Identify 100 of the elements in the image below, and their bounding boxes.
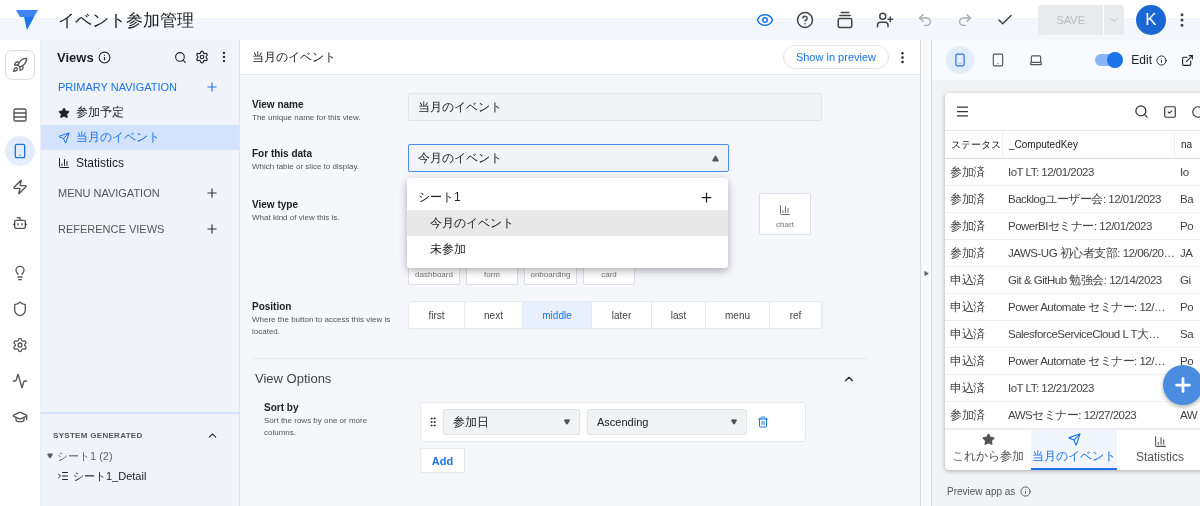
expand-handle-icon[interactable] (923, 270, 929, 276)
toggle-label: Edit (1131, 53, 1152, 67)
plus-icon (1172, 374, 1194, 396)
column-header[interactable]: _ComputedKey (1003, 131, 1175, 160)
table-cell: AWSセミナー: 12/27/2023 (1003, 402, 1175, 430)
field-label: View name (252, 99, 305, 110)
caret-icon (564, 419, 570, 425)
panel-title: 当月のイベント (252, 48, 337, 66)
dropdown[interactable]: Ascending (587, 409, 747, 435)
column-header[interactable]: ステータス (945, 131, 1003, 160)
add-button[interactable]: Add (420, 448, 465, 473)
sidebar-item[interactable]: 当月のイベント (41, 125, 239, 150)
caret-icon[interactable] (47, 453, 53, 459)
field-label: View type (252, 199, 299, 210)
table-cell: JA (1175, 240, 1200, 268)
section-label: SYSTEM GENERATED (53, 430, 143, 440)
table-cell: 参加済 (945, 159, 1003, 187)
table-cell: 参加済 (945, 186, 1003, 214)
settings-icon[interactable] (195, 50, 209, 64)
group-label: シート1 (418, 188, 461, 206)
field-label: For this data (252, 148, 313, 159)
star-icon (981, 433, 995, 447)
star-icon (58, 106, 70, 119)
table-cell: Io (1175, 159, 1200, 187)
table-cell: Po (1175, 294, 1200, 322)
info-icon[interactable] (97, 50, 111, 64)
avatar[interactable]: K (1136, 5, 1166, 35)
segment-button[interactable]: first (409, 302, 465, 328)
field-hint: What kind of view this is. (252, 212, 341, 224)
menu-icon[interactable] (955, 104, 970, 120)
paper-plane-icon (1067, 433, 1081, 447)
table-cell: 申込済 (945, 348, 1003, 376)
view-type-label: chart (776, 220, 794, 229)
sidebar-title: Views (57, 49, 94, 65)
rocket-icon[interactable] (5, 50, 35, 80)
preview-as-label: Preview app as (947, 486, 1016, 497)
column-header[interactable]: na (1175, 131, 1200, 160)
edit-toggle[interactable] (1095, 54, 1122, 66)
table-cell: JAWS-UG 初心者支部: 12/06/20… (1003, 240, 1175, 268)
section-label: REFERENCE VIEWS (58, 223, 165, 235)
field-hint: Which table or slice to display. (252, 161, 360, 173)
paper-plane-icon (58, 131, 70, 144)
app-title: イベント参加管理 (58, 9, 195, 32)
table-cell: Sa (1175, 321, 1200, 349)
drag-handle-icon[interactable] (427, 416, 439, 428)
menu-item[interactable]: 今月のイベント (407, 210, 728, 236)
trash-icon[interactable] (757, 416, 769, 428)
table-cell: 申込済 (945, 375, 1003, 403)
input-field[interactable]: 当月のイベント (408, 93, 822, 121)
caret-icon (712, 154, 719, 162)
dropdown[interactable]: 今月のイベント (408, 144, 729, 172)
search-icon[interactable] (1134, 104, 1149, 120)
table-cell: 申込済 (945, 294, 1003, 322)
show-in-preview-button[interactable]: Show in preview (782, 45, 889, 69)
table-cell: 参加済 (945, 240, 1003, 268)
checkbox-icon[interactable] (1163, 104, 1177, 119)
add-fab[interactable] (1163, 365, 1200, 405)
table-cell: 申込済 (945, 321, 1003, 349)
search-icon[interactable] (174, 50, 187, 64)
list-icon (57, 470, 69, 482)
menu-group[interactable]: シート1 (407, 184, 728, 210)
external-link-icon[interactable] (1181, 53, 1194, 67)
table-cell: Git & GitHub 勉強会: 12/14/2023 (1003, 267, 1175, 295)
nav-tab[interactable]: これから参加 (945, 430, 1031, 470)
section-title: View Options (255, 371, 332, 386)
bar-chart-icon (1153, 434, 1167, 448)
tree-item[interactable]: シート1 (2) (41, 446, 239, 466)
caret-icon (731, 419, 737, 425)
table-cell: Gi (1175, 267, 1200, 295)
table-cell: 参加済 (945, 402, 1003, 430)
dropdown[interactable]: 参加日 (443, 409, 580, 435)
table-cell: 参加済 (945, 213, 1003, 241)
table-cell: Power Automate セミナー: 12/… (1003, 294, 1175, 322)
field-hint: Where the button to access this view is located. (252, 314, 392, 338)
segment-button[interactable]: middle (523, 302, 592, 328)
table-cell: SalesforceServiceCloud L T大… (1003, 321, 1175, 349)
section-label: MENU NAVIGATION (58, 187, 160, 199)
nav-tab[interactable]: 当月のイベント (1031, 430, 1117, 470)
view-type-button[interactable]: chart (759, 193, 811, 235)
bar-chart-icon (58, 156, 70, 169)
table-cell: Backlogユーザー会: 12/01/2023 (1003, 186, 1175, 214)
table-cell: IoT LT: 12/01/2023 (1003, 159, 1175, 187)
logo (16, 10, 38, 30)
field-label: Sort by (264, 402, 300, 413)
nav-tab[interactable]: Statistics (1117, 430, 1200, 470)
sidebar-item[interactable]: 参加予定 (41, 100, 239, 125)
phone-icon[interactable] (5, 136, 35, 166)
sidebar-item[interactable]: Statistics (41, 150, 239, 175)
field-label: Position (252, 301, 293, 312)
add-icon[interactable] (699, 189, 714, 205)
menu-item[interactable]: 未参加 (407, 236, 728, 262)
table-cell: PowerBIセミナー: 12/01/2023 (1003, 213, 1175, 241)
table-cell: Po (1175, 213, 1200, 241)
table-cell: Ba (1175, 186, 1200, 214)
field-hint: Sort the rows by one or more columns. (264, 415, 369, 439)
phone-icon[interactable] (946, 46, 974, 74)
tree-item[interactable]: シート1_Detail (41, 466, 239, 486)
info-icon[interactable] (1156, 54, 1167, 66)
bar-chart-icon (779, 204, 791, 216)
section-label: PRIMARY NAVIGATION (58, 81, 177, 93)
